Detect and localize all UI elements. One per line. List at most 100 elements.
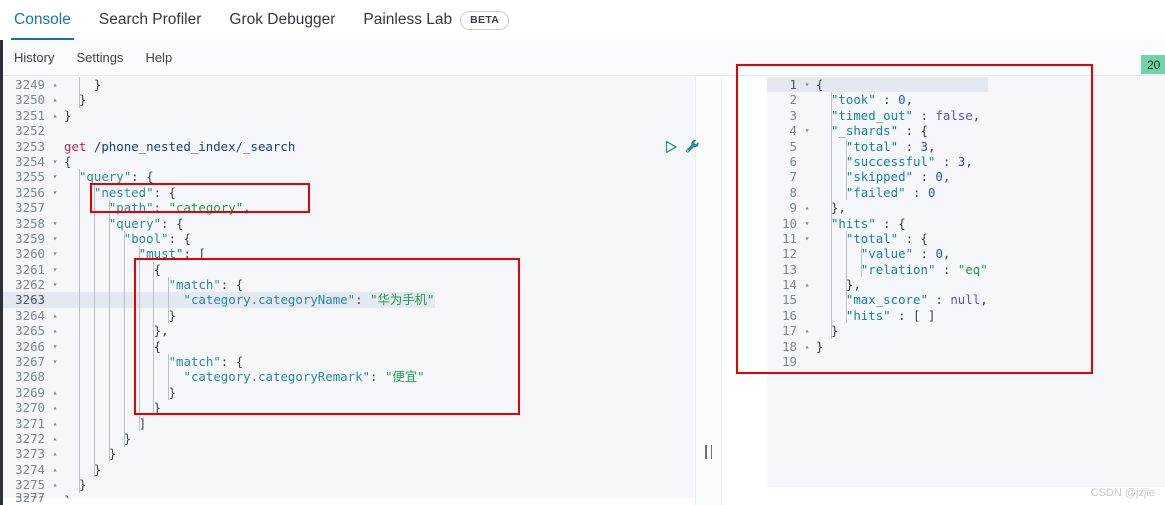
fold-up-icon[interactable]: ▴	[801, 277, 813, 292]
code-line[interactable]: 3272 ▴ }	[3, 431, 435, 446]
line-number: 1	[789, 77, 797, 92]
code-line[interactable]: 3274 ▴ }	[3, 462, 435, 477]
fold-down-icon[interactable]: ▾	[49, 231, 61, 246]
subnav-item-history[interactable]: History	[14, 50, 54, 65]
play-icon[interactable]	[664, 140, 678, 154]
wrench-icon[interactable]	[685, 139, 700, 154]
response-editor[interactable]: 1 ▾{2 "took" : 0, 3 "timed_out" : false, 4 ▾…	[767, 77, 1165, 487]
fold-up-icon[interactable]: ▴	[49, 446, 61, 461]
code-line[interactable]: 3257 "path": "category",	[3, 200, 435, 215]
subnav-item-help[interactable]: Help	[145, 50, 172, 65]
code-text: "skipped" : 0,	[845, 169, 951, 185]
code-line[interactable]: 4 ▾ "_shards" : {	[767, 123, 988, 138]
code-line[interactable]: 3268 "category.categoryRemark": "便宜"	[3, 369, 435, 384]
code-text: get /phone_nested_index/_search	[64, 138, 296, 154]
code-line[interactable]: 1 ▾{	[767, 77, 988, 93]
code-line[interactable]: 3264 ▴ }	[3, 308, 435, 323]
code-line[interactable]: 3266 ▾ {	[3, 339, 435, 354]
code-line[interactable]: 12 "value" : 0,	[767, 246, 988, 261]
indent-guide	[78, 169, 80, 493]
request-editor[interactable]: 3249 ▴ } 3250 ▴ } 3251 ▴} 3252 3253 get /phone_n…	[3, 77, 695, 505]
code-line[interactable]: 3255 ▾ "query": {	[3, 169, 435, 184]
fold-down-icon[interactable]: ▾	[49, 169, 61, 184]
code-line[interactable]: 3252	[3, 123, 435, 138]
code-line[interactable]: 8 "failed" : 0	[767, 185, 988, 200]
code-text: "hits" : {	[830, 215, 906, 231]
fold-up-icon[interactable]: ▴	[801, 339, 813, 354]
fold-up-icon[interactable]: ▴	[801, 323, 813, 338]
fold-down-icon[interactable]: ▾	[801, 231, 813, 246]
fold-up-icon[interactable]: ▴	[49, 431, 61, 446]
code-line[interactable]: 15 "max_score" : null,	[767, 292, 988, 307]
code-line[interactable]: 5 "total" : 3,	[767, 139, 988, 154]
fold-down-icon[interactable]: ▾	[801, 123, 813, 138]
code-line[interactable]: 2 "took" : 0,	[767, 92, 988, 107]
fold-up-icon[interactable]: ▴	[49, 77, 61, 92]
fold-down-icon[interactable]: ▾	[49, 185, 61, 200]
fold-down-icon[interactable]: ▾	[49, 246, 61, 261]
line-number: 3252	[15, 123, 45, 139]
code-line[interactable]: 10 ▾ "hits" : {	[767, 216, 988, 231]
fold-up-icon[interactable]: ▴	[801, 200, 813, 215]
code-line[interactable]: 9 ▴ },	[767, 200, 988, 215]
fold-down-icon[interactable]: ▾	[49, 154, 61, 169]
code-line[interactable]: 3253 get /phone_nested_index/_search	[3, 139, 435, 154]
code-line[interactable]: 3259 ▾ "bool": {	[3, 231, 435, 246]
fold-down-icon[interactable]: ▾	[49, 339, 61, 354]
fold-up-icon[interactable]: ▴	[49, 416, 61, 431]
fold-up-icon[interactable]: ▴	[49, 92, 61, 107]
indent-guide	[153, 261, 155, 416]
tab-painless-lab[interactable]: Painless Lab BETA	[363, 0, 510, 40]
code-line[interactable]: 3273 ▴ }	[3, 446, 435, 461]
code-line[interactable]: 3250 ▴ }	[3, 92, 435, 107]
code-line[interactable]: 14 ▴ },	[767, 277, 988, 292]
fold-down-icon[interactable]: ▾	[49, 354, 61, 369]
code-line[interactable]: 3254 ▾{	[3, 154, 435, 169]
fold-up-icon[interactable]: ▴	[49, 400, 61, 415]
code-line[interactable]: 6 "successful" : 3,	[767, 154, 988, 169]
fold-up-icon[interactable]: ▴	[49, 385, 61, 400]
fold-up-icon[interactable]: ▴	[49, 477, 61, 492]
subnav-item-settings[interactable]: Settings	[76, 50, 123, 65]
code-line[interactable]: 13 "relation" : "eq"	[767, 262, 988, 277]
code-text: "path": "category",	[108, 200, 251, 216]
response-pane[interactable]: 1 ▾{2 "took" : 0, 3 "timed_out" : false, 4 ▾…	[722, 77, 1165, 505]
fold-down-icon[interactable]: ▾	[49, 277, 61, 292]
splitter-grip-icon[interactable]	[705, 445, 712, 459]
fold-down-icon[interactable]: ▾	[801, 77, 813, 92]
code-line[interactable]: 7 "skipped" : 0,	[767, 169, 988, 184]
tab-search-profiler[interactable]: Search Profiler	[99, 0, 202, 40]
fold-up-icon[interactable]: ▴	[49, 323, 61, 338]
line-number: 3270	[15, 400, 45, 416]
fold-up-icon[interactable]: ▴	[49, 462, 61, 477]
code-line[interactable]: 17 ▴ }	[767, 323, 988, 338]
code-line[interactable]: 16 "hits" : [ ]	[767, 308, 988, 323]
code-line[interactable]: 3256 ▾ "nested": {	[3, 185, 435, 200]
code-line[interactable]: 3265 ▴ },	[3, 323, 435, 338]
code-line[interactable]: 11 ▾ "total" : {	[767, 231, 988, 246]
fold-down-icon[interactable]: ▾	[49, 216, 61, 231]
fold-up-icon[interactable]: ▴	[49, 108, 61, 123]
code-line[interactable]: 3249 ▴ }	[3, 77, 435, 92]
tab-grok-debugger[interactable]: Grok Debugger	[229, 0, 335, 40]
tab-console[interactable]: Console	[11, 0, 74, 40]
code-line[interactable]: 3260 ▾ "must": [	[3, 246, 435, 261]
code-line[interactable]: 18 ▴}	[767, 339, 988, 354]
code-line[interactable]: 3261 ▾ {	[3, 262, 435, 277]
code-line[interactable]: 3 "timed_out" : false,	[767, 108, 988, 123]
code-line[interactable]: 3269 ▴ }	[3, 385, 435, 400]
code-line[interactable]: 3258 ▾ "query": {	[3, 216, 435, 231]
code-line[interactable]: 3251 ▴}	[3, 108, 435, 123]
line-number: 3269	[15, 384, 45, 400]
code-line[interactable]: 3271 ▴ ]	[3, 416, 435, 431]
fold-down-icon[interactable]: ▾	[49, 262, 61, 277]
code-line[interactable]: 3263 "category.categoryName": "华为手机"	[3, 292, 435, 308]
fold-down-icon[interactable]: ▾	[801, 216, 813, 231]
code-line[interactable]: 19	[767, 354, 988, 369]
indent-guide	[138, 246, 140, 432]
code-line[interactable]: 3267 ▾ "match": {	[3, 354, 435, 369]
code-line[interactable]: 3262 ▾ "match": {	[3, 277, 435, 292]
code-line[interactable]: 3275 ▴ }	[3, 477, 435, 492]
fold-up-icon[interactable]: ▴	[49, 308, 61, 323]
code-line[interactable]: 3270 ▴ }	[3, 400, 435, 415]
